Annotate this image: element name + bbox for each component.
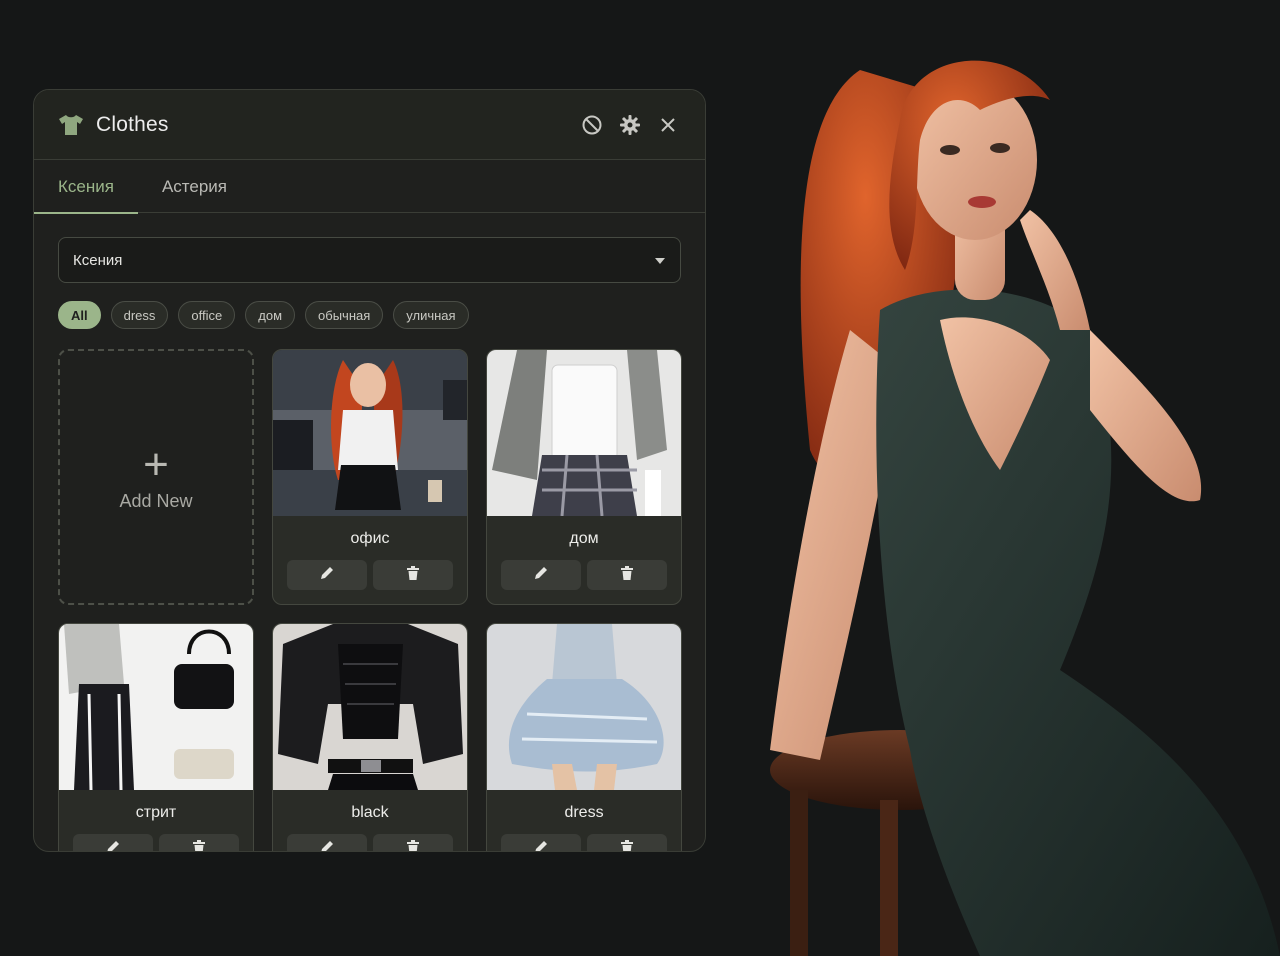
outfit-card[interactable]: black (272, 623, 468, 851)
pencil-icon (320, 840, 334, 851)
outfit-image-dress (487, 624, 681, 790)
tshirt-icon (58, 111, 86, 139)
character-select[interactable]: Ксения (58, 237, 681, 283)
pencil-icon (534, 566, 548, 585)
outfit-name: дом (569, 530, 599, 547)
add-new-card[interactable]: + Add New (58, 349, 254, 605)
filter-chip-ulichnaya[interactable]: уличная (393, 301, 469, 329)
chevron-down-icon (654, 252, 666, 269)
character-illustration (730, 30, 1280, 956)
trash-icon (193, 839, 205, 851)
outfit-name: dress (564, 804, 604, 821)
delete-button[interactable] (373, 834, 453, 851)
outfit-card[interactable]: dress (486, 623, 682, 851)
outfit-card[interactable]: стрит (58, 623, 254, 851)
filter-chip-dress[interactable]: dress (110, 301, 169, 329)
outfit-grid: + Add New офис дом стрит black dress (58, 349, 682, 851)
edit-button[interactable] (501, 834, 581, 851)
plus-icon: + (143, 439, 169, 489)
outfit-image-office (273, 350, 467, 516)
outfit-name: стрит (135, 804, 177, 821)
outfit-name: black (351, 804, 389, 821)
filter-chips: All dress office дом обычная уличная (58, 301, 681, 329)
edit-button[interactable] (287, 560, 367, 590)
trash-icon (407, 565, 419, 585)
pencil-icon (320, 566, 334, 585)
outfit-card[interactable]: дом (486, 349, 682, 605)
filter-chip-all[interactable]: All (58, 301, 101, 329)
outfit-image-street (59, 624, 253, 790)
pencil-icon (534, 840, 548, 851)
tab-kseniya[interactable]: Ксения (34, 160, 138, 214)
block-icon[interactable] (579, 112, 605, 138)
panel-title: Clothes (96, 112, 169, 136)
outfit-card[interactable]: офис (272, 349, 468, 605)
clothes-panel: Clothes Ксения Астерия Ксения All dress … (33, 89, 706, 852)
app-canvas: Clothes Ксения Астерия Ксения All dress … (0, 0, 1280, 956)
delete-button[interactable] (159, 834, 239, 851)
outfit-name: офис (350, 530, 390, 547)
pencil-icon (106, 840, 120, 851)
trash-icon (621, 839, 633, 851)
add-new-label: Add New (119, 490, 193, 511)
close-icon[interactable] (655, 112, 681, 138)
trash-icon (621, 565, 633, 585)
edit-button[interactable] (287, 834, 367, 851)
filter-chip-office[interactable]: office (178, 301, 236, 329)
filter-chip-dom[interactable]: дом (245, 301, 296, 329)
character-select-value: Ксения (73, 251, 123, 269)
edit-button[interactable] (501, 560, 581, 590)
gear-icon[interactable] (617, 112, 643, 138)
outfit-image-black (273, 624, 467, 790)
filter-chip-obychnaya[interactable]: обычная (305, 301, 384, 329)
delete-button[interactable] (373, 560, 453, 590)
delete-button[interactable] (587, 560, 667, 590)
trash-icon (407, 839, 419, 851)
character-tabs: Ксения Астерия (34, 160, 705, 214)
outfit-image-home (487, 350, 681, 516)
delete-button[interactable] (587, 834, 667, 851)
tab-asteriya[interactable]: Астерия (138, 160, 251, 213)
edit-button[interactable] (73, 834, 153, 851)
panel-header: Clothes (34, 90, 705, 160)
